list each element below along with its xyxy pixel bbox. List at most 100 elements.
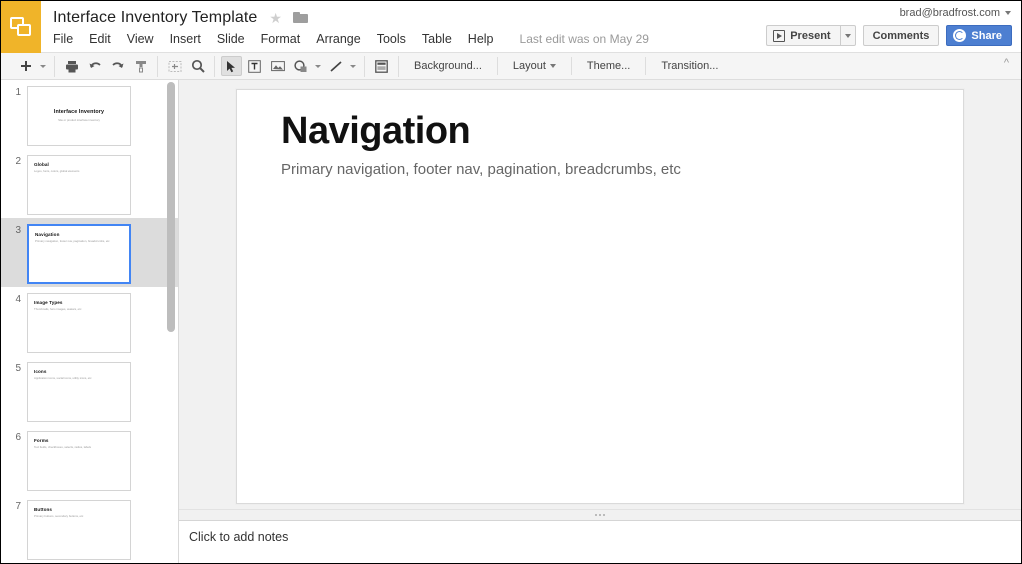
slide-title[interactable]: Navigation: [281, 110, 471, 153]
last-edit-status[interactable]: Last edit was on May 29: [520, 32, 649, 46]
slide-filmstrip[interactable]: 1 Interface Inventory Site or product inte…: [1, 80, 179, 563]
menu-item-help[interactable]: Help: [460, 30, 502, 48]
toolbar-group-view: [158, 55, 215, 77]
slide-thumbnail-7[interactable]: 7 Buttons Primary buttons, secondary butto…: [1, 494, 178, 563]
chevron-up-icon[interactable]: ^: [1004, 57, 1009, 69]
thumbnail-preview[interactable]: Buttons Primary buttons, secondary button…: [27, 500, 131, 560]
paint-format-button[interactable]: [130, 56, 151, 76]
slide-number: 5: [15, 363, 21, 374]
undo-button[interactable]: [84, 56, 105, 76]
thumbnail-subtitle: Primary buttons, secondary buttons, etc: [34, 514, 84, 518]
slide-number: 4: [15, 294, 21, 305]
thumbnail-preview[interactable]: Navigation Primary navigation, footer nav…: [27, 224, 131, 284]
toolbar: Background... Layout Theme... Transition…: [1, 53, 1021, 80]
star-icon[interactable]: ★: [269, 11, 282, 25]
thumbnail-subtitle: Thumbnails, hero images, avatars, etc: [34, 307, 82, 311]
notes-splitter[interactable]: [179, 509, 1021, 521]
thumbnail-preview[interactable]: Image Types Thumbnails, hero images, avat…: [27, 293, 131, 353]
header-buttons: Present Comments Share: [766, 25, 1012, 46]
filmstrip-scrollbar[interactable]: [167, 82, 175, 332]
background-button[interactable]: Background...: [405, 57, 491, 75]
zoom-button[interactable]: [187, 56, 208, 76]
layout-button[interactable]: Layout: [504, 57, 565, 75]
app-header: Interface Inventory Template ★ File Edit…: [1, 1, 1021, 53]
layout-button-label: Layout: [512, 60, 546, 72]
menu-item-tools[interactable]: Tools: [369, 30, 414, 48]
print-button[interactable]: [61, 56, 82, 76]
slide-number: 2: [15, 156, 21, 167]
line-button[interactable]: [325, 56, 346, 76]
thumbnail-preview[interactable]: Forms Text fields, checkboxes, selects, r…: [27, 431, 131, 491]
slide-thumbnail-2[interactable]: 2 Global Logos, fonts, colors, global elem…: [1, 149, 178, 218]
slide-thumbnail-3[interactable]: 3 Navigation Primary navigation, footer na…: [1, 218, 178, 287]
chevron-down-icon: [1005, 11, 1011, 15]
image-button[interactable]: [267, 56, 288, 76]
present-dropdown-button[interactable]: [839, 25, 856, 46]
thumbnail-title: Buttons: [34, 507, 53, 512]
present-button-group: Present: [766, 25, 856, 46]
document-title[interactable]: Interface Inventory Template: [53, 9, 257, 27]
header-right: brad@bradfrost.com Present Comments Shar…: [721, 1, 1021, 53]
thumbnail-subtitle: Logos, fonts, colors, global elements: [34, 169, 80, 173]
divider: [645, 57, 647, 75]
layout-icon-button[interactable]: [371, 56, 392, 76]
canvas-wrapper: Navigation Primary navigation, footer na…: [179, 80, 1021, 509]
share-button[interactable]: Share: [946, 25, 1012, 46]
slide-subtitle[interactable]: Primary navigation, footer nav, paginati…: [281, 161, 681, 178]
present-label: Present: [790, 29, 831, 42]
menu-item-arrange[interactable]: Arrange: [308, 30, 368, 48]
redo-button[interactable]: [107, 56, 128, 76]
globe-icon: [953, 29, 967, 42]
text-box-button[interactable]: [244, 56, 265, 76]
thumbnail-title: Global: [34, 162, 49, 167]
toolbar-group-insert: [215, 55, 365, 77]
slide-number: 1: [15, 87, 21, 98]
app-body: 1 Interface Inventory Site or product inte…: [1, 80, 1021, 563]
thumbnail-title: Forms: [34, 438, 49, 443]
chevron-down-icon: [844, 33, 851, 38]
google-slides-window: Interface Inventory Template ★ File Edit…: [0, 0, 1022, 564]
divider: [496, 57, 498, 75]
transition-button[interactable]: Transition...: [652, 57, 727, 75]
shape-dropdown[interactable]: [313, 56, 323, 76]
slide-number: 7: [15, 501, 21, 512]
thumbnail-title: Navigation: [35, 232, 60, 237]
menu-item-slide[interactable]: Slide: [209, 30, 253, 48]
slide-thumbnail-5[interactable]: 5 Icons Application icons, social icons, u…: [1, 356, 178, 425]
comments-button[interactable]: Comments: [862, 25, 940, 46]
thumbnail-preview[interactable]: Interface Inventory Site or product inter…: [27, 86, 131, 146]
play-icon: [773, 29, 786, 42]
folder-icon[interactable]: [292, 12, 308, 23]
line-dropdown[interactable]: [348, 56, 358, 76]
thumbnail-preview[interactable]: Global Logos, fonts, colors, global eleme…: [27, 155, 131, 215]
slide-thumbnail-1[interactable]: 1 Interface Inventory Site or product inte…: [1, 80, 178, 149]
new-slide-button[interactable]: [15, 56, 36, 76]
toolbar-group-text-buttons: Background... Layout Theme... Transition…: [399, 56, 733, 77]
shape-button[interactable]: [290, 56, 311, 76]
select-tool-button[interactable]: [221, 56, 242, 76]
fit-to-screen-button[interactable]: [164, 56, 185, 76]
new-slide-dropdown[interactable]: [38, 56, 48, 76]
account-menu[interactable]: brad@bradfrost.com: [900, 7, 1011, 19]
menu-item-format[interactable]: Format: [253, 30, 309, 48]
menu-item-insert[interactable]: Insert: [162, 30, 209, 48]
menu-item-view[interactable]: View: [119, 30, 162, 48]
thumbnail-preview[interactable]: Icons Application icons, social icons, ut…: [27, 362, 131, 422]
menu-item-file[interactable]: File: [53, 30, 81, 48]
theme-button[interactable]: Theme...: [578, 57, 639, 75]
slide-thumbnail-4[interactable]: 4 Image Types Thumbnails, hero images, ava…: [1, 287, 178, 356]
present-button[interactable]: Present: [766, 25, 840, 46]
thumbnail-subtitle: Primary navigation, footer nav, paginati…: [35, 239, 110, 243]
slide-thumbnail-6[interactable]: 6 Forms Text fields, checkboxes, selects, …: [1, 425, 178, 494]
notes-pane[interactable]: Click to add notes: [179, 521, 1021, 563]
divider: [570, 57, 572, 75]
menu-item-edit[interactable]: Edit: [81, 30, 119, 48]
menu-item-table[interactable]: Table: [414, 30, 460, 48]
slide-canvas[interactable]: Navigation Primary navigation, footer na…: [236, 89, 964, 504]
thumbnail-title: Icons: [34, 369, 47, 374]
slides-logo-icon[interactable]: [1, 1, 41, 53]
share-label: Share: [971, 29, 1002, 42]
thumbnail-subtitle: Text fields, checkboxes, selects, radios…: [34, 445, 92, 449]
thumbnail-title: Interface Inventory: [53, 109, 105, 115]
toolbar-group-edit: [55, 55, 158, 77]
